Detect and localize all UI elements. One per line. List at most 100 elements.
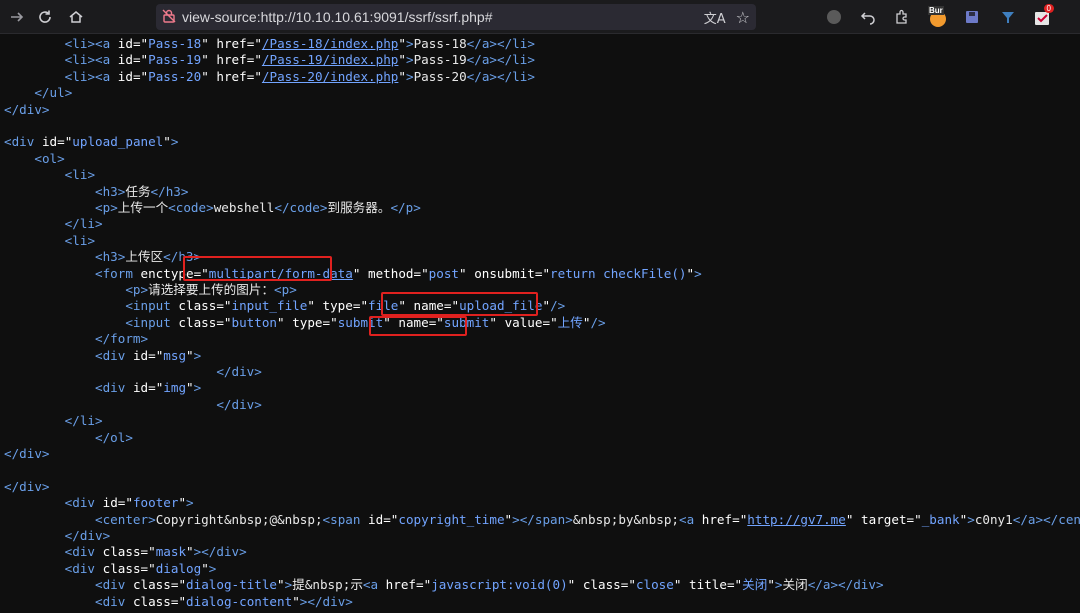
code-link[interactable]: /Pass-18/index.php: [262, 36, 398, 51]
ext-circle-icon[interactable]: [826, 0, 842, 34]
code-token: </: [64, 413, 80, 429]
code-token: h3: [102, 183, 118, 199]
code-link[interactable]: http://gv7.me: [747, 512, 846, 527]
code-token: <: [95, 68, 103, 84]
code-token: div: [102, 577, 133, 593]
code-line: </div>: [4, 364, 262, 380]
code-token: a: [686, 511, 702, 527]
code-token: <: [95, 249, 103, 265]
code-token: >: [193, 380, 202, 396]
code-token: li: [79, 216, 96, 232]
code-token: />: [550, 298, 566, 314]
code-token: ": [767, 577, 775, 593]
code-token: href: [216, 68, 247, 84]
code-token: href: [701, 511, 733, 527]
code-token: >: [140, 282, 149, 297]
code-token: dialog-content: [186, 593, 293, 609]
notification-extension-icon[interactable]: 0: [1034, 0, 1054, 34]
code-token: &nbsp;: [633, 511, 680, 527]
burp-extension-icon[interactable]: Bur: [927, 0, 949, 34]
code-token: >: [345, 593, 353, 609]
code-token: 上传: [557, 314, 583, 330]
forward-icon[interactable]: [2, 2, 32, 32]
code-token: =": [216, 298, 232, 314]
code-line: <p>请选择要上传的图片：<p>: [4, 282, 297, 298]
url-text[interactable]: view-source:http://10.10.10.61:9091/ssrf…: [182, 9, 704, 25]
bookmark-star-icon[interactable]: ☆: [736, 8, 750, 27]
code-line: </li>: [4, 216, 103, 232]
undo-icon[interactable]: [860, 0, 876, 34]
code-token: &nbsp;: [277, 511, 323, 527]
code-line: </div>: [4, 479, 50, 495]
code-link[interactable]: /Pass-20/index.php: [262, 69, 398, 84]
code-token: ": [504, 511, 513, 527]
code-token: <: [95, 347, 103, 363]
code-line: <h3>任务</h3>: [4, 184, 188, 200]
code-token: </: [4, 478, 20, 494]
code-token: <: [95, 52, 103, 68]
code-token: =": [117, 495, 133, 511]
code-token: >: [87, 68, 96, 84]
code-token: ": [201, 68, 217, 84]
code-token: <: [125, 282, 133, 297]
code-token: ": [201, 52, 217, 68]
code-token: >: [774, 577, 783, 593]
code-token: ": [398, 68, 406, 84]
translate-icon[interactable]: 文A: [704, 8, 726, 27]
address-bar[interactable]: view-source:http://10.10.10.61:9091/ssrf…: [156, 4, 756, 30]
filter-icon[interactable]: [1000, 0, 1016, 34]
code-token: <: [4, 134, 12, 150]
code-token: type: [292, 314, 323, 330]
code-token: div: [853, 577, 876, 593]
code-token: <: [95, 36, 103, 51]
code-line: <div id="img">: [4, 380, 201, 396]
code-token: =": [534, 265, 551, 281]
code-token: =": [132, 68, 149, 84]
home-icon[interactable]: [61, 2, 91, 32]
code-token: value: [504, 314, 543, 330]
code-token: >: [193, 347, 202, 363]
code-token: <: [95, 577, 103, 593]
code-token: div: [322, 593, 346, 609]
code-token: ": [186, 380, 194, 396]
code-token: >: [57, 150, 65, 166]
code-token: ul: [49, 85, 65, 101]
code-token: =": [132, 52, 149, 68]
code-token: ": [398, 52, 406, 68]
code-token: Pass-18: [413, 36, 467, 51]
code-token: ": [542, 298, 551, 314]
code-token: upload_panel: [72, 134, 164, 150]
code-line: </ol>: [4, 430, 133, 446]
code-line: <div id="footer">: [4, 495, 194, 511]
code-token: dialog: [155, 560, 202, 576]
code-token: </: [807, 577, 823, 593]
code-token: >: [102, 528, 111, 543]
code-line: <ol>: [4, 150, 65, 167]
code-token: ": [307, 298, 323, 314]
code-token: </: [466, 68, 482, 84]
code-token: class: [582, 577, 621, 593]
code-token: li: [72, 36, 88, 51]
code-token: ": [163, 134, 171, 150]
code-token: </: [64, 216, 80, 232]
code-token: ></: [489, 36, 513, 51]
code-token: >: [527, 52, 535, 68]
page-info-icon[interactable]: [162, 8, 176, 27]
code-link[interactable]: /Pass-19/index.php: [262, 52, 398, 67]
code-token: id: [368, 511, 384, 527]
code-token: >: [694, 265, 702, 281]
code-token: id: [132, 347, 149, 363]
code-line: </div>: [4, 397, 262, 413]
extension-puzzle-icon[interactable]: [894, 0, 910, 34]
code-token: <: [95, 183, 103, 199]
code-token: <: [125, 314, 133, 330]
code-token: </: [1012, 511, 1028, 527]
code-token: =": [140, 544, 156, 560]
save-icon[interactable]: [964, 0, 980, 34]
code-token: post: [428, 265, 460, 281]
code-token: =": [620, 577, 636, 593]
code-token: >: [413, 200, 421, 215]
reload-icon[interactable]: [30, 2, 60, 32]
